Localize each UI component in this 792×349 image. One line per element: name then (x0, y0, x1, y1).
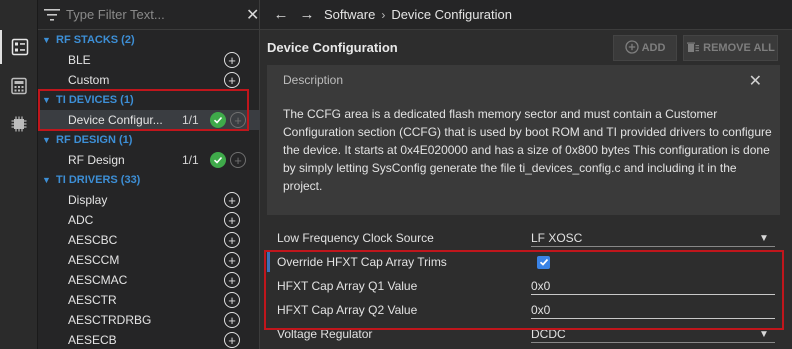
module-label: AESCTRDRBG (68, 313, 152, 327)
setting-voltage-regulator: Voltage Regulator DCDC ▼ (267, 322, 787, 346)
module-label: Display (68, 193, 108, 207)
module-label: BLE (68, 53, 91, 67)
setting-override-hfxt-trims: Override HFXT Cap Array Trims (267, 250, 787, 274)
setting-lf-clock-source: Low Frequency Clock Source LF XOSC ▼ (267, 226, 787, 250)
caret-down-icon: ▼ (42, 135, 51, 145)
remove-all-button[interactable]: REMOVE ALL (683, 35, 778, 61)
category-ti-devices[interactable]: ▼ TI DEVICES (1) (38, 90, 260, 110)
breadcrumb-current: Device Configuration (391, 7, 512, 22)
add-button[interactable]: ADD (613, 35, 677, 61)
check-circle-icon (210, 112, 226, 128)
module-count: 1/1 (182, 113, 199, 127)
add-module-icon[interactable]: + (230, 112, 246, 128)
description-panel: Description ✕ The CCFG area is a dedicat… (267, 65, 780, 215)
module-tree: ▼ RF STACKS (2) BLE + Custom + ▼ TI DEVICES … (38, 30, 260, 349)
module-item-aesctr[interactable]: AESCTR + (38, 290, 260, 310)
module-item-adc[interactable]: ADC + (38, 210, 260, 230)
module-label: RF Design (68, 153, 125, 167)
breadcrumb-separator-icon: › (381, 7, 386, 22)
setting-label: HFXT Cap Array Q2 Value (277, 303, 418, 317)
dropdown-arrow-icon[interactable]: ▼ (759, 233, 769, 244)
module-count: 1/1 (182, 153, 199, 167)
add-module-icon[interactable]: + (224, 272, 240, 288)
setting-label: Override HFXT Cap Array Trims (277, 255, 447, 269)
lf-clock-source-select[interactable]: LF XOSC (531, 229, 775, 247)
chip-icon[interactable] (0, 107, 38, 141)
module-item-display[interactable]: Display + (38, 190, 260, 210)
module-item-aescbc[interactable]: AESCBC + (38, 230, 260, 250)
add-module-icon[interactable]: + (230, 152, 246, 168)
module-label: AESECB (68, 333, 117, 347)
navigation-bar: ← → Software › Device Configuration (260, 0, 792, 30)
category-label: TI DRIVERS (33) (56, 174, 141, 186)
module-label: AESCTR (68, 293, 117, 307)
module-item-aesctrdrbg[interactable]: AESCTRDRBG + (38, 310, 260, 330)
activity-bar (0, 0, 38, 349)
page-title: Device Configuration (267, 40, 398, 55)
breadcrumb-root[interactable]: Software (324, 7, 375, 22)
setting-label: HFXT Cap Array Q1 Value (277, 279, 418, 293)
category-rf-stacks[interactable]: ▼ RF STACKS (2) (38, 30, 260, 50)
software-view-icon[interactable] (0, 30, 38, 64)
filter-input[interactable] (66, 7, 242, 22)
add-module-icon[interactable]: + (224, 232, 240, 248)
override-trims-checkbox[interactable] (537, 255, 550, 269)
module-label: Device Configur... (68, 113, 163, 127)
add-module-icon[interactable]: + (224, 72, 240, 88)
setting-label: Voltage Regulator (277, 327, 373, 341)
category-rf-design[interactable]: ▼ RF DESIGN (1) (38, 130, 260, 150)
module-item-ble[interactable]: BLE + (38, 50, 260, 70)
module-label: ADC (68, 213, 94, 227)
module-label: AESCMAC (68, 273, 128, 287)
check-circle-icon (210, 152, 226, 168)
description-heading: Description (283, 73, 344, 87)
filter-icon (44, 8, 60, 21)
category-label: RF DESIGN (1) (56, 134, 133, 146)
module-item-aesecb[interactable]: AESECB + (38, 330, 260, 349)
module-item-aescmac[interactable]: AESCMAC + (38, 270, 260, 290)
filter-bar: ✕ ‹‹ (38, 0, 270, 30)
add-module-icon[interactable]: + (224, 52, 240, 68)
module-item-rf-design[interactable]: RF Design 1/1 + (38, 150, 260, 170)
add-button-label: ADD (641, 42, 666, 54)
hfxt-q1-input[interactable]: 0x0 (531, 277, 775, 295)
category-ti-drivers[interactable]: ▼ TI DRIVERS (33) (38, 170, 260, 190)
caret-down-icon: ▼ (42, 175, 51, 185)
setting-hfxt-q2: HFXT Cap Array Q2 Value 0x0 (267, 298, 787, 322)
add-module-icon[interactable]: + (224, 192, 240, 208)
module-label: AESCCM (68, 253, 120, 267)
category-label: RF STACKS (2) (56, 34, 135, 46)
module-item-device-configuration[interactable]: Device Configur... 1/1 + (38, 110, 260, 130)
caret-down-icon: ▼ (42, 35, 51, 45)
add-module-icon[interactable]: + (224, 292, 240, 308)
back-arrow-icon[interactable]: ← (270, 6, 292, 23)
setting-label: Low Frequency Clock Source (277, 231, 434, 245)
setting-hfxt-q1: HFXT Cap Array Q1 Value 0x0 (267, 274, 787, 298)
module-item-custom[interactable]: Custom + (38, 70, 260, 90)
remove-all-icon (686, 40, 700, 57)
close-description-icon[interactable]: ✕ (749, 71, 762, 91)
add-module-icon[interactable]: + (224, 212, 240, 228)
add-module-icon[interactable]: + (224, 312, 240, 328)
forward-arrow-icon[interactable]: → (296, 6, 318, 23)
voltage-regulator-select[interactable]: DCDC (531, 325, 775, 343)
clear-filter-icon[interactable]: ✕ (246, 5, 259, 25)
remove-all-button-label: REMOVE ALL (703, 42, 775, 54)
module-label: Custom (68, 73, 110, 87)
add-module-icon[interactable]: + (224, 332, 240, 348)
dropdown-arrow-icon[interactable]: ▼ (759, 329, 769, 340)
module-sidebar: ✕ ‹‹ ▼ RF STACKS (2) BLE + Custom + ▼ TI DEV… (38, 0, 270, 349)
add-module-icon[interactable]: + (224, 252, 240, 268)
settings-list: Low Frequency Clock Source LF XOSC ▼ Ove… (267, 226, 787, 346)
module-item-aesccm[interactable]: AESCCM + (38, 250, 260, 270)
description-text: The CCFG area is a dedicated flash memor… (283, 107, 772, 193)
main-panel: ← → Software › Device Configuration Devi… (260, 0, 792, 349)
category-label: TI DEVICES (1) (56, 94, 134, 106)
hfxt-q2-input[interactable]: 0x0 (531, 301, 775, 319)
caret-down-icon: ▼ (42, 95, 51, 105)
module-label: AESCBC (68, 233, 118, 247)
add-circle-icon (624, 39, 639, 57)
calculator-icon[interactable] (0, 69, 38, 103)
